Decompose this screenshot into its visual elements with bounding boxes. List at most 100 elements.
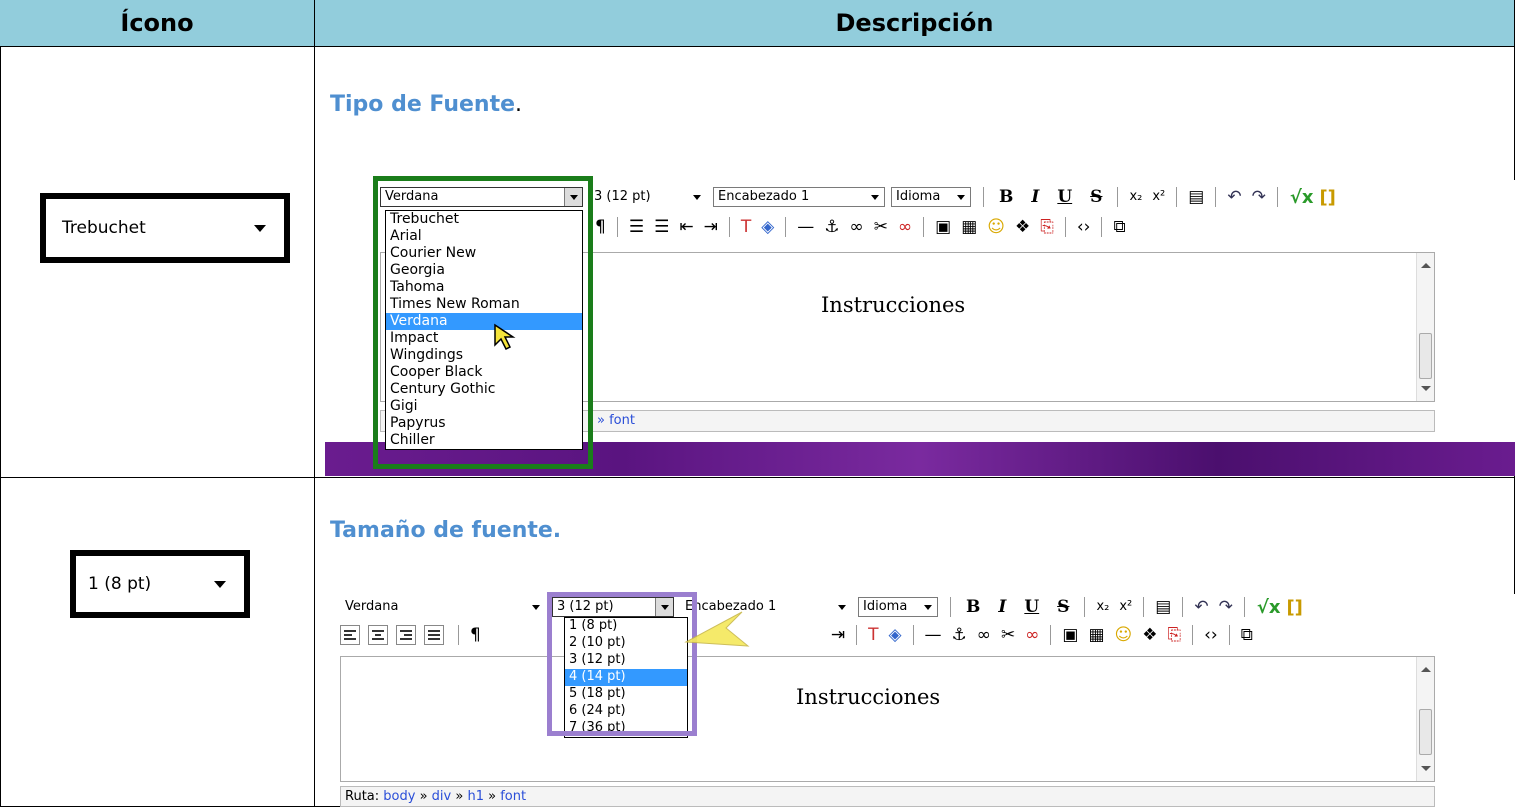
table-icon[interactable]: ▦ — [961, 217, 977, 237]
bold-button[interactable]: B — [999, 187, 1013, 207]
editor-scrollbar[interactable] — [1416, 253, 1434, 401]
path-link-font[interactable]: font — [496, 789, 526, 804]
undo-icon[interactable]: ↶ — [1194, 597, 1208, 617]
chevron-down-icon[interactable] — [833, 598, 851, 616]
path-link-h1[interactable]: h1 — [463, 789, 484, 804]
toolbar-separator — [1117, 187, 1119, 207]
scroll-down-icon[interactable] — [1421, 386, 1431, 391]
special-char-icon[interactable]: ❖ — [1015, 217, 1030, 237]
horizontal-rule-icon[interactable]: — — [797, 217, 814, 237]
undo-icon[interactable]: ↶ — [1227, 187, 1241, 207]
link-icon[interactable]: ∞ — [850, 217, 864, 237]
outdent-icon[interactable]: ⇤ — [679, 217, 693, 237]
anchor-icon[interactable]: ⚓ — [824, 217, 839, 237]
font-size-title: Tamaño de fuente. — [330, 518, 562, 543]
path-link-body[interactable]: body — [383, 789, 415, 804]
italic-button[interactable]: I — [1031, 187, 1039, 207]
html-source-icon[interactable]: ‹› — [1077, 217, 1091, 237]
background-color-icon[interactable]: ◈ — [888, 625, 901, 645]
math-formula-icon[interactable]: √x — [1257, 597, 1281, 618]
unlink-icon[interactable]: ✂ — [1001, 625, 1015, 645]
chevron-down-icon[interactable] — [688, 188, 706, 206]
header-icon-col: Ícono — [0, 0, 314, 47]
editor-content-area[interactable]: Instrucciones — [340, 656, 1435, 782]
horizontal-rule-icon[interactable]: — — [925, 625, 942, 645]
align-justify-icon[interactable] — [424, 625, 444, 645]
nolink-red-icon[interactable]: ∞ — [898, 217, 912, 237]
fullscreen-icon[interactable]: ⧉ — [1113, 217, 1125, 237]
nolink-icon[interactable]: [] — [1319, 187, 1335, 208]
toolbar-separator — [1050, 625, 1052, 645]
link-icon[interactable]: ∞ — [977, 625, 991, 645]
search-replace-icon[interactable]: ⎘ — [1168, 625, 1182, 645]
path-separator: » — [415, 789, 428, 804]
text-color-icon[interactable]: T — [741, 217, 751, 237]
html-source-icon[interactable]: ‹› — [1204, 625, 1218, 645]
font-size-select[interactable]: 3 (12 pt) — [589, 187, 707, 207]
column-divider — [314, 0, 315, 807]
indent-icon[interactable]: ⇥ — [831, 625, 845, 645]
chevron-down-icon[interactable] — [952, 188, 970, 206]
text-color-icon[interactable]: T — [868, 625, 878, 645]
superscript-button[interactable]: x² — [1119, 597, 1132, 617]
chevron-down-icon[interactable] — [527, 598, 545, 616]
format-select[interactable]: Encabezado 1 — [713, 187, 885, 207]
ordered-list-icon[interactable]: ☰ — [629, 217, 644, 237]
paragraph-rtl-icon[interactable]: ¶ — [595, 217, 606, 237]
image-icon[interactable]: ▣ — [1062, 625, 1078, 645]
subscript-button[interactable]: x₂ — [1129, 187, 1142, 207]
language-select[interactable]: Idioma — [858, 597, 938, 617]
image-icon[interactable]: ▣ — [935, 217, 951, 237]
language-select[interactable]: Idioma — [891, 187, 971, 207]
row-divider — [0, 477, 1515, 478]
align-left-icon[interactable] — [340, 625, 360, 645]
strikethrough-button[interactable]: S — [1090, 187, 1102, 207]
underline-button[interactable]: U — [1024, 597, 1039, 617]
toolbar-separator — [728, 217, 730, 237]
superscript-button[interactable]: x² — [1152, 187, 1165, 207]
italic-button[interactable]: I — [998, 597, 1006, 617]
table-icon[interactable]: ▦ — [1088, 625, 1104, 645]
scroll-down-icon[interactable] — [1421, 766, 1431, 771]
nolink-red-icon[interactable]: ∞ — [1025, 625, 1039, 645]
path-font-link[interactable]: » font — [597, 413, 635, 428]
chevron-down-icon[interactable] — [919, 598, 937, 616]
smiley-icon[interactable]: ☺ — [987, 217, 1005, 237]
redo-icon[interactable]: ↷ — [1252, 187, 1266, 207]
path-link-div[interactable]: div — [428, 789, 452, 804]
align-right-icon[interactable] — [396, 625, 416, 645]
redo-icon[interactable]: ↷ — [1219, 597, 1233, 617]
bold-button[interactable]: B — [966, 597, 980, 617]
special-char-icon[interactable]: ❖ — [1142, 625, 1157, 645]
anchor-icon[interactable]: ⚓ — [952, 625, 967, 645]
scroll-up-icon[interactable] — [1421, 263, 1431, 268]
paragraph-ltr-icon[interactable]: ¶ — [470, 625, 481, 645]
math-formula-icon[interactable]: √x — [1290, 187, 1314, 208]
background-color-icon[interactable]: ◈ — [761, 217, 774, 237]
paste-word-icon[interactable]: ▤ — [1188, 187, 1204, 207]
font-size-sample-select: 1 (8 pt) — [70, 550, 250, 618]
chevron-down-icon — [254, 225, 266, 232]
font-family-select[interactable]: Verdana — [340, 597, 546, 617]
path-items: body » div » h1 » font — [383, 789, 526, 804]
smiley-icon[interactable]: ☺ — [1115, 625, 1133, 645]
scroll-thumb[interactable] — [1419, 709, 1432, 755]
unlink-icon[interactable]: ✂ — [874, 217, 888, 237]
strikethrough-button[interactable]: S — [1057, 597, 1069, 617]
toolbar-separator — [923, 217, 925, 237]
fullscreen-icon[interactable]: ⧉ — [1241, 625, 1253, 645]
chevron-down-icon[interactable] — [866, 188, 884, 206]
toolbar-separator — [1176, 187, 1178, 207]
scroll-up-icon[interactable] — [1421, 667, 1431, 672]
align-center-icon[interactable] — [368, 625, 388, 645]
editor-scrollbar[interactable] — [1416, 657, 1434, 781]
indent-icon[interactable]: ⇥ — [704, 217, 718, 237]
paste-word-icon[interactable]: ▤ — [1155, 597, 1171, 617]
search-replace-icon[interactable]: ⎘ — [1040, 217, 1054, 237]
scroll-thumb[interactable] — [1419, 333, 1432, 379]
nolink-icon[interactable]: [] — [1286, 597, 1302, 618]
unordered-list-icon[interactable]: ☰ — [654, 217, 669, 237]
subscript-button[interactable]: x₂ — [1096, 597, 1109, 617]
toolbar-separator — [983, 187, 984, 207]
underline-button[interactable]: U — [1057, 187, 1072, 207]
